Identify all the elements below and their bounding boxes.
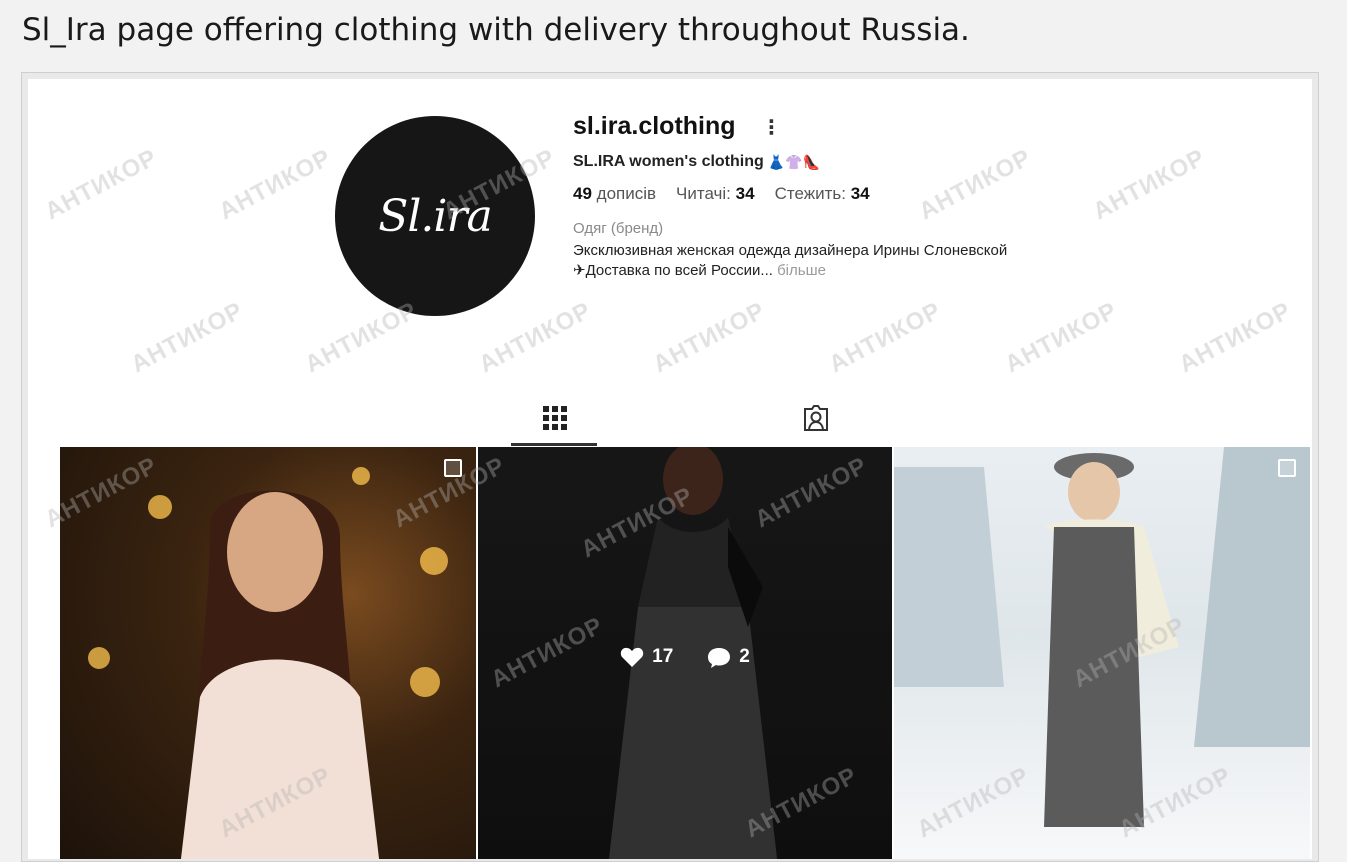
full-name-text: SL.IRA women's clothing xyxy=(573,153,764,170)
active-tab-indicator xyxy=(511,443,597,446)
watermark: АНТИКОР xyxy=(824,296,946,379)
profile-category: Одяг (бренд) xyxy=(573,220,664,237)
comment-icon xyxy=(708,648,731,668)
watermark: АНТИКОР xyxy=(40,143,162,226)
watermark: АНТИКОР xyxy=(214,143,336,226)
stats-row: 49 дописів Читачі: 34 Стежить: 34 xyxy=(573,184,1093,204)
full-name: SL.IRA women's clothing 👗👚👠 xyxy=(573,153,1093,171)
instagram-profile-screen: Sl.ira sl.ira.clothing ⋮ SL.IRA women's … xyxy=(28,79,1312,859)
bokeh-light xyxy=(420,547,448,575)
comments-stat: 2 xyxy=(707,646,750,668)
watermark: АНТИКОР xyxy=(474,296,596,379)
more-options-icon[interactable]: ⋮ xyxy=(762,117,782,137)
following-label: Стежить: xyxy=(774,184,846,203)
post-hover-overlay: 17 2 xyxy=(478,447,892,859)
likes-stat: 17 xyxy=(620,646,673,668)
likes-count: 17 xyxy=(652,646,674,667)
post-tile[interactable]: 17 2 xyxy=(478,447,892,859)
bio: Эксклюзивная женская одежда дизайнера Ир… xyxy=(573,241,1013,281)
followers-count: 34 xyxy=(735,184,755,203)
caption: Sl_Ira page offering clothing with deliv… xyxy=(22,12,970,48)
following-count: 34 xyxy=(850,184,870,203)
posts-grid: 17 2 xyxy=(60,447,1310,859)
model-photo xyxy=(180,490,380,859)
profile-tabs xyxy=(511,391,841,447)
screenshot-frame: Sl.ira sl.ira.clothing ⋮ SL.IRA women's … xyxy=(21,72,1319,862)
followers-stat[interactable]: Читачі: 34 xyxy=(676,184,755,204)
more-link[interactable]: більше xyxy=(777,262,826,279)
watermark: АНТИКОР xyxy=(1088,143,1210,226)
bio-line-1: Эксклюзивная женская одежда дизайнера Ир… xyxy=(573,242,1008,259)
grid-icon[interactable] xyxy=(542,405,568,431)
watermark: АНТИКОР xyxy=(648,296,770,379)
followers-label: Читачі: xyxy=(676,184,731,203)
emoji-icons: 👗👚👠 xyxy=(767,153,821,170)
posts-stat[interactable]: 49 дописів xyxy=(573,184,656,204)
logo-text: Sl.ira xyxy=(378,190,493,242)
bio-line-2-text: ✈Доставка по всей России... xyxy=(573,262,773,279)
username[interactable]: sl.ira.clothing xyxy=(573,112,736,141)
tagged-icon[interactable] xyxy=(801,403,831,433)
post-tile[interactable] xyxy=(60,447,476,859)
post-tile[interactable] xyxy=(894,447,1310,859)
watermark: АНТИКОР xyxy=(1000,296,1122,379)
watermark: АНТИКОР xyxy=(126,296,248,379)
watermark: АНТИКОР xyxy=(1174,296,1296,379)
multiple-photos-icon xyxy=(1278,459,1296,477)
bio-line-2: ✈Доставка по всей России... більше xyxy=(573,261,1013,281)
posts-count: 49 xyxy=(573,184,592,203)
heart-icon xyxy=(620,647,644,667)
following-stat[interactable]: Стежить: 34 xyxy=(775,184,870,204)
comments-count: 2 xyxy=(739,646,750,667)
avatar[interactable]: Sl.ira xyxy=(335,116,535,316)
posts-label: дописів xyxy=(596,184,657,203)
profile-info: sl.ira.clothing ⋮ SL.IRA women's clothin… xyxy=(573,112,1093,281)
winter-photo xyxy=(894,447,1310,827)
bokeh-light xyxy=(88,647,110,669)
multiple-photos-icon xyxy=(444,459,462,477)
